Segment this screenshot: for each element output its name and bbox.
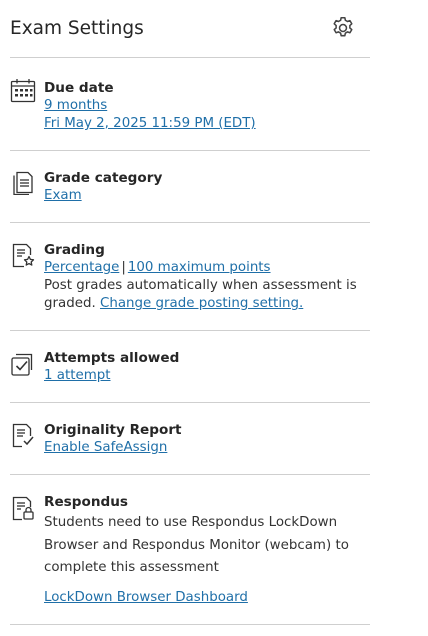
document-star-icon bbox=[12, 243, 35, 268]
max-points-link[interactable]: 100 maximum points bbox=[128, 260, 271, 275]
panel-header: Exam Settings bbox=[10, 0, 370, 58]
due-date-title: Due date bbox=[44, 80, 114, 96]
page-title: Exam Settings bbox=[10, 18, 144, 39]
document-check-icon bbox=[12, 423, 34, 448]
grading-section: Grading Percentage | 100 maximum points Po… bbox=[10, 223, 370, 331]
attempts-title: Attempts allowed bbox=[44, 350, 180, 366]
originality-section: Originality Report Enable SafeAssign bbox=[10, 403, 370, 475]
lockdown-dashboard-link[interactable]: LockDown Browser Dashboard bbox=[44, 590, 248, 605]
grade-category-section: Grade category Exam bbox=[10, 151, 370, 223]
originality-title: Originality Report bbox=[44, 422, 182, 438]
respondus-description: Students need to use Respondus LockDown … bbox=[44, 515, 349, 575]
grade-category-title: Grade category bbox=[44, 170, 163, 186]
gear-icon[interactable] bbox=[330, 15, 356, 41]
enable-safeassign-link[interactable]: Enable SafeAssign bbox=[44, 440, 167, 455]
grade-category-link[interactable]: Exam bbox=[44, 188, 82, 203]
grading-separator: | bbox=[121, 260, 126, 275]
respondus-section: Respondus Students need to use Respondus… bbox=[10, 475, 370, 625]
document-lock-icon bbox=[12, 496, 34, 521]
exam-settings-panel: Exam Settings Due date 9 months Fri May … bbox=[10, 0, 370, 625]
attempts-link[interactable]: 1 attempt bbox=[44, 368, 111, 383]
due-date-section: Due date 9 months Fri May 2, 2025 11:59 … bbox=[10, 58, 370, 151]
change-grade-posting-link[interactable]: Change grade posting setting. bbox=[100, 296, 303, 311]
grading-schema-link[interactable]: Percentage bbox=[44, 260, 119, 275]
grading-title: Grading bbox=[44, 242, 105, 258]
due-date-absolute-link[interactable]: Fri May 2, 2025 11:59 PM (EDT) bbox=[44, 116, 256, 131]
calendar-icon bbox=[10, 79, 36, 103]
respondus-title: Respondus bbox=[44, 494, 129, 510]
checkbox-stack-icon bbox=[11, 353, 33, 376]
document-icon bbox=[13, 171, 33, 195]
due-date-relative-link[interactable]: 9 months bbox=[44, 98, 107, 113]
attempts-section: Attempts allowed 1 attempt bbox=[10, 331, 370, 403]
